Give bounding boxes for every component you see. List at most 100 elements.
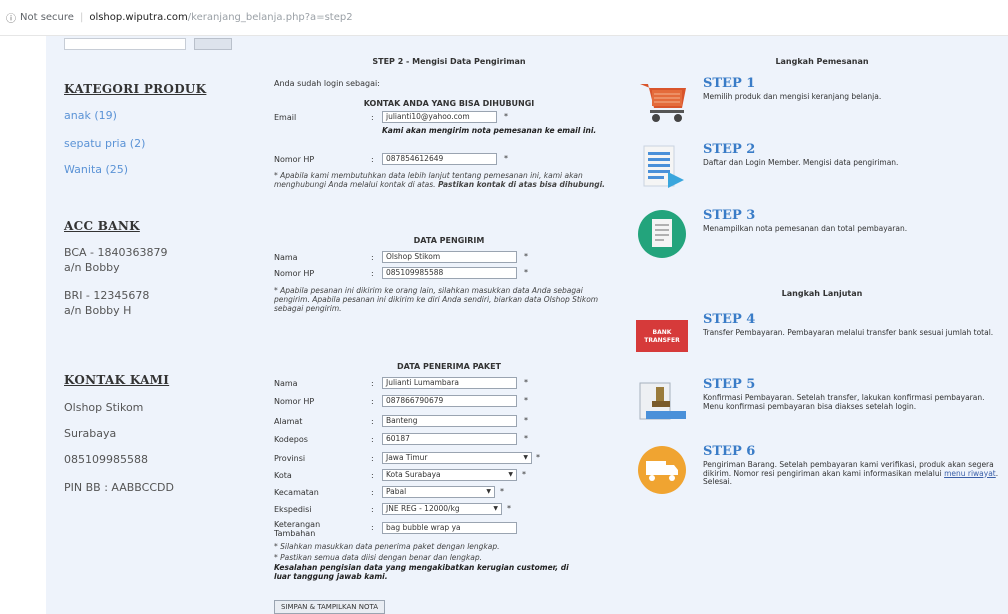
pengirim-hp-field[interactable]: 085109985588 xyxy=(382,267,517,279)
truck-icon xyxy=(638,446,686,494)
ekspedisi-select[interactable]: JNE REG - 12000/kg ▼ xyxy=(382,503,502,515)
colon: : xyxy=(371,397,374,406)
kontak-pin-bb: PIN BB : AABBCCDD xyxy=(64,481,174,494)
hp-label: Nomor HP xyxy=(274,155,315,164)
required-mark: * xyxy=(504,154,508,163)
step-1-title: STEP 1 xyxy=(703,76,756,91)
colon: : xyxy=(371,113,374,122)
bank-bri-owner: a/n Bobby H xyxy=(64,304,132,317)
info-icon[interactable]: ⓘ xyxy=(6,10,16,25)
required-mark: * xyxy=(524,416,528,425)
step-5-desc: Konfirmasi Pembayaran. Setelah transfer,… xyxy=(703,393,985,411)
kecamatan-value: Pabal xyxy=(386,487,407,496)
langkah-lanjutan-heading: Langkah Lanjutan xyxy=(781,289,863,298)
langkah-pemesanan-heading: Langkah Pemesanan xyxy=(775,57,869,66)
colon: : xyxy=(371,523,374,532)
step-3-title: STEP 3 xyxy=(703,208,756,223)
step-3-desc: Menampilkan nota pemesanan dan total pem… xyxy=(703,224,908,233)
penerima-section-title: DATA PENERIMA PAKET xyxy=(396,362,502,371)
chevron-down-icon: ▼ xyxy=(508,471,513,478)
penerima-note-3: Kesalahan pengisian data yang mengakibat… xyxy=(274,563,569,581)
alamat-label: Alamat xyxy=(274,417,303,426)
kota-label: Kota xyxy=(274,471,292,480)
kategori-link-sepatu-pria[interactable]: sepatu pria (2) xyxy=(64,137,145,150)
bank-bca-number: BCA - 1840363879 xyxy=(64,246,168,259)
provinsi-select[interactable]: Jawa Timur ▼ xyxy=(382,452,532,464)
required-mark: * xyxy=(524,378,528,387)
colon: : xyxy=(371,435,374,444)
step-4-title: STEP 4 xyxy=(703,312,756,327)
kontak-note: * Apabila kami membutuhkan data lebih la… xyxy=(274,171,634,189)
email-field[interactable]: julianti10@yahoo.com xyxy=(382,111,497,123)
kota-value: Kota Surabaya xyxy=(386,470,441,479)
document-icon xyxy=(643,145,684,188)
kontak-phone: 085109985588 xyxy=(64,453,148,466)
bank-bca-owner: a/n Bobby xyxy=(64,261,120,274)
chevron-down-icon: ▼ xyxy=(486,488,491,495)
page-content: KATEGORI PRODUK anak (19) sepatu pria (2… xyxy=(46,36,1008,614)
steps-panel: Langkah Pemesanan STEP 1 Memilih produk … xyxy=(636,36,1008,614)
kontak-heading: KONTAK KAMI xyxy=(64,373,170,387)
colon: : xyxy=(371,379,374,388)
alamat-field[interactable]: Banteng xyxy=(382,415,517,427)
colon: : xyxy=(371,471,374,480)
provinsi-label: Provinsi xyxy=(274,454,306,463)
ekspedisi-label: Ekspedisi xyxy=(274,505,312,514)
kodepos-field[interactable]: 60187 xyxy=(382,433,517,445)
address-separator: | xyxy=(79,12,84,23)
kota-select[interactable]: Kota Surabaya ▼ xyxy=(382,469,517,481)
required-mark: * xyxy=(522,470,526,479)
required-mark: * xyxy=(504,112,508,121)
step-2-desc: Daftar dan Login Member. Mengisi data pe… xyxy=(703,158,899,167)
bank-bri-number: BRI - 12345678 xyxy=(64,289,150,302)
ekspedisi-value: JNE REG - 12000/kg xyxy=(386,504,460,513)
colon: : xyxy=(371,488,374,497)
penerima-nama-label: Nama xyxy=(274,379,298,388)
kecamatan-select[interactable]: Pabal ▼ xyxy=(382,486,495,498)
required-mark: * xyxy=(524,434,528,443)
url-host: olshop.wiputra.com xyxy=(89,12,188,23)
receipt-icon xyxy=(638,210,686,258)
kategori-link-wanita[interactable]: Wanita (25) xyxy=(64,163,128,176)
required-mark: * xyxy=(524,396,528,405)
address-bar[interactable]: ⓘ Not secure | olshop.wiputra.com /keran… xyxy=(0,0,1008,36)
save-show-nota-button[interactable]: SIMPAN & TAMPILKAN NOTA xyxy=(274,600,385,614)
shipping-form: STEP 2 - Mengisi Data Pengiriman Anda su… xyxy=(264,36,634,614)
search-button[interactable] xyxy=(194,38,232,50)
kodepos-label: Kodepos xyxy=(274,435,308,444)
pengirim-nama-field[interactable]: Olshop Stikom xyxy=(382,251,517,263)
kategori-link-anak[interactable]: anak (19) xyxy=(64,109,117,122)
kategori-heading: KATEGORI PRODUK xyxy=(64,82,207,96)
form-step-title: STEP 2 - Mengisi Data Pengiriman xyxy=(372,57,526,66)
keterangan-field[interactable]: bag bubble wrap ya xyxy=(382,522,517,534)
required-mark: * xyxy=(524,252,528,261)
penerima-nama-field[interactable]: Julianti Lumambara xyxy=(382,377,517,389)
colon: : xyxy=(371,454,374,463)
chevron-down-icon: ▼ xyxy=(523,454,528,461)
security-label: Not secure xyxy=(20,12,74,23)
required-mark: * xyxy=(500,487,504,496)
pengirim-note: * Apabila pesanan ini dikirim ke orang l… xyxy=(274,286,599,313)
step-1-desc: Memilih produk dan mengisi keranjang bel… xyxy=(703,92,882,101)
search-input[interactable] xyxy=(64,38,186,50)
step-4-desc: Transfer Pembayaran. Pembayaran melalui … xyxy=(703,328,994,337)
menu-riwayat-link[interactable]: menu riwayat xyxy=(944,469,996,478)
bank-transfer-icon: BANK TRANSFER xyxy=(636,320,688,352)
bank-heading: ACC BANK xyxy=(64,219,140,233)
penerima-note-2: * Pastikan semua data diisi dengan benar… xyxy=(274,553,483,562)
colon: : xyxy=(371,269,374,278)
cart-icon xyxy=(640,84,686,122)
pengirim-hp-label: Nomor HP xyxy=(274,269,315,278)
required-mark: * xyxy=(524,268,528,277)
bank-bca: BCA - 1840363879 a/n Bobby xyxy=(64,245,168,275)
colon: : xyxy=(371,253,374,262)
required-mark: * xyxy=(507,504,511,513)
colon: : xyxy=(371,155,374,164)
hp-field[interactable]: 087854612649 xyxy=(382,153,497,165)
penerima-hp-field[interactable]: 087866790679 xyxy=(382,395,517,407)
step-6-desc-end: Selesai. xyxy=(703,477,733,486)
login-note: Anda sudah login sebagai: xyxy=(274,79,380,88)
step-6-desc: Pengiriman Barang. Setelah pembayaran ka… xyxy=(703,460,999,486)
step-5-title: STEP 5 xyxy=(703,377,756,392)
email-note: Kami akan mengirim nota pemesanan ke ema… xyxy=(382,126,597,135)
